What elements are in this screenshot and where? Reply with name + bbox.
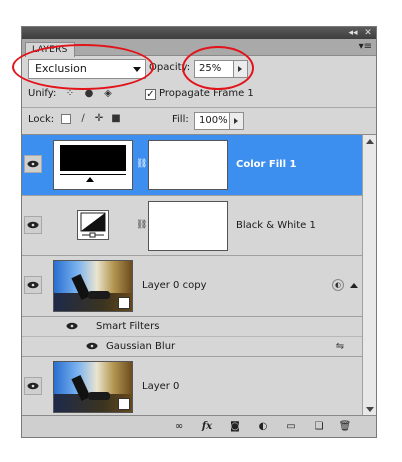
add-mask-icon[interactable]: ◙ (228, 420, 242, 434)
lock-pixels-brush-icon[interactable]: ∕ (77, 113, 89, 125)
tab-layers[interactable]: LAYERS (25, 42, 75, 57)
unify-position-icon[interactable]: ⁘ (64, 88, 76, 100)
fill-input[interactable]: 100% (194, 112, 230, 130)
opacity-value: 25% (199, 63, 222, 74)
photo-thumbnail (53, 361, 133, 413)
smart-object-icon (118, 398, 130, 410)
layer-name[interactable]: Black & White 1 (236, 219, 316, 233)
scroll-up-icon[interactable] (366, 139, 374, 144)
layer-name[interactable]: Layer 0 copy (142, 279, 206, 293)
eye-icon[interactable] (24, 155, 42, 173)
layer-row-layer-0-copy[interactable]: Layer 0 copy ◐ (22, 256, 362, 317)
layer-name[interactable]: Color Fill 1 (236, 158, 296, 172)
link-icon[interactable]: ⛓ (136, 157, 147, 171)
close-icon[interactable]: ✕ (362, 27, 374, 39)
blend-mode-select[interactable]: Exclusion (28, 59, 146, 79)
panel-menu-icon[interactable]: ▾≡ (359, 41, 372, 52)
opacity-input[interactable]: 25% (194, 60, 234, 78)
lock-transparency-icon[interactable] (61, 114, 71, 124)
new-layer-icon[interactable]: ❏ (312, 420, 326, 434)
filter-blending-options-icon[interactable]: ⇋ (334, 341, 346, 353)
fill-thumbnail (53, 140, 133, 190)
blend-mode-value: Exclusion (35, 62, 87, 75)
layer-list: ⛓ Color Fill 1 ⛓ Black & White 1 Layer 0… (22, 134, 362, 416)
adjustment-thumbnail (77, 210, 109, 240)
filter-row-gaussian-blur[interactable]: Gaussian Blur ⇋ (22, 337, 362, 357)
eye-icon[interactable] (86, 342, 98, 353)
link-icon[interactable]: ⛓ (136, 218, 147, 232)
propagate-checkbox[interactable]: ✓ (145, 89, 156, 100)
fill-slider-button[interactable] (230, 112, 244, 130)
trash-icon[interactable]: 🗑 (338, 420, 352, 434)
opacity-slider-button[interactable] (234, 60, 248, 78)
photo-thumbnail (53, 260, 133, 312)
smart-filters-label: Smart Filters (96, 321, 160, 332)
layer-name[interactable]: Layer 0 (142, 380, 179, 394)
filter-name[interactable]: Gaussian Blur (106, 340, 175, 354)
collapse-icon[interactable]: ◂◂ (346, 27, 360, 39)
fx-icon[interactable]: fx (200, 420, 214, 434)
eye-icon[interactable] (66, 322, 78, 333)
collapse-effects-icon[interactable] (350, 283, 358, 288)
eye-icon[interactable] (24, 276, 42, 294)
chevron-down-icon (133, 67, 141, 72)
eye-icon[interactable] (24, 377, 42, 395)
layer-row-color-fill[interactable]: ⛓ Color Fill 1 (22, 135, 362, 196)
panel-tab-row: LAYERS ▾≡ (22, 39, 376, 57)
smart-filters-row[interactable]: Smart Filters (22, 317, 362, 337)
unify-style-icon[interactable]: ◈ (102, 88, 114, 100)
unify-label: Unify: (28, 88, 57, 99)
opacity-label: Opacity: (149, 62, 191, 73)
fill-value: 100% (199, 115, 228, 126)
folder-icon[interactable]: ▭ (284, 420, 298, 434)
lock-all-icon[interactable]: ■ (110, 113, 122, 125)
smart-filter-options-icon[interactable]: ◐ (332, 279, 344, 291)
eye-icon[interactable] (24, 216, 42, 234)
layers-bottom-toolbar: ∞ fx ◙ ◐ ▭ ❏ 🗑 (22, 415, 376, 437)
panel-titlebar: ◂◂ ✕ (22, 27, 376, 39)
scroll-down-icon[interactable] (366, 407, 374, 412)
adjustment-layer-icon[interactable]: ◐ (256, 420, 270, 434)
link-layers-icon[interactable]: ∞ (172, 420, 186, 434)
layers-panel: ◂◂ ✕ LAYERS ▾≡ Exclusion Opacity: 25% Un… (21, 26, 377, 438)
unify-visibility-icon[interactable]: ● (83, 88, 95, 100)
layer-list-scrollbar[interactable] (362, 134, 376, 416)
layer-row-layer-0[interactable]: Layer 0 (22, 357, 362, 416)
smart-object-icon (118, 297, 130, 309)
mask-thumbnail[interactable] (148, 140, 228, 190)
propagate-label: Propagate Frame 1 (159, 88, 254, 99)
fill-label: Fill: (172, 114, 189, 125)
divider (22, 107, 376, 108)
lock-label: Lock: (28, 114, 55, 125)
layer-row-black-white[interactable]: ⛓ Black & White 1 (22, 196, 362, 256)
mask-thumbnail[interactable] (148, 201, 228, 251)
lock-position-move-icon[interactable]: ✛ (93, 113, 105, 125)
